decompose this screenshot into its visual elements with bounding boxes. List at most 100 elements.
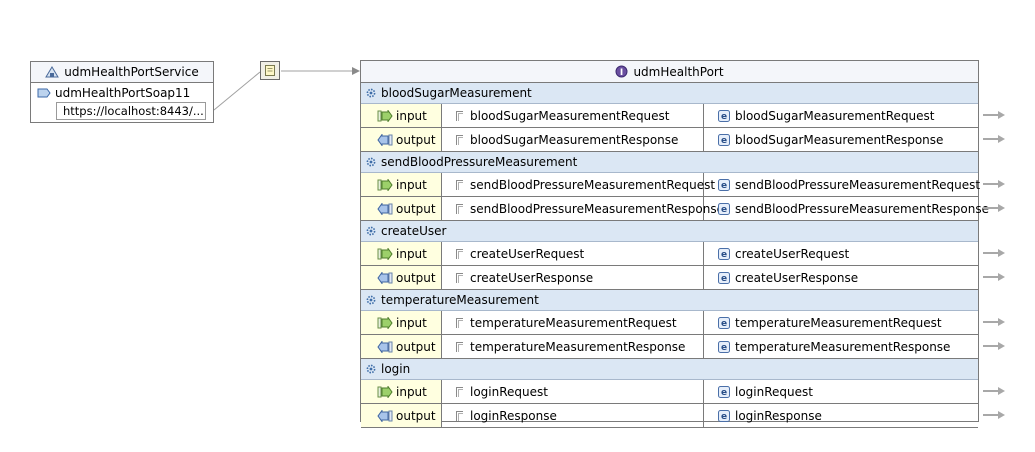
part-icon bbox=[456, 203, 463, 214]
part-icon bbox=[456, 410, 463, 421]
input-direction-cell[interactable]: input bbox=[361, 380, 442, 403]
input-direction-cell[interactable]: input bbox=[361, 311, 442, 334]
binding-icon bbox=[265, 65, 275, 76]
direction-label: input bbox=[396, 177, 427, 192]
output-element-cell[interactable]: e loginResponse bbox=[704, 404, 978, 427]
operation-name: temperatureMeasurement bbox=[381, 293, 539, 307]
part-name: loginResponse bbox=[470, 408, 557, 423]
input-row[interactable]: input temperatureMeasurementRequest e tempe… bbox=[361, 311, 978, 335]
input-element-cell[interactable]: e createUserRequest bbox=[704, 242, 978, 265]
input-part-cell[interactable]: bloodSugarMeasurementRequest bbox=[442, 104, 704, 127]
reference-arrow-icon bbox=[983, 342, 1005, 350]
direction-label: output bbox=[396, 132, 436, 147]
output-arrow-icon bbox=[377, 271, 393, 284]
operation-group: createUser input createUserRequest e createU… bbox=[361, 221, 978, 290]
part-name: loginRequest bbox=[470, 384, 548, 399]
input-part-cell[interactable]: loginRequest bbox=[442, 380, 704, 403]
input-arrow-icon bbox=[377, 247, 393, 260]
output-element-cell[interactable]: e createUserResponse bbox=[704, 266, 978, 289]
element-name: createUserResponse bbox=[735, 270, 859, 285]
input-element-cell[interactable]: e temperatureMeasurementRequest bbox=[704, 311, 978, 334]
input-part-cell[interactable]: temperatureMeasurementRequest bbox=[442, 311, 704, 334]
svg-text:e: e bbox=[721, 319, 727, 329]
output-element-cell[interactable]: e sendBloodPressureMeasurementResponse bbox=[704, 197, 989, 220]
output-part-cell[interactable]: temperatureMeasurementResponse bbox=[442, 335, 704, 358]
element-icon: e bbox=[718, 133, 730, 146]
service-title[interactable]: udmHealthPortService bbox=[31, 62, 213, 83]
input-element-cell[interactable]: e bloodSugarMeasurementRequest bbox=[704, 104, 978, 127]
element-icon: e bbox=[718, 409, 730, 422]
output-arrow-icon bbox=[377, 202, 393, 215]
reference-arrow-icon bbox=[983, 135, 1005, 143]
service-box[interactable]: udmHealthPortService udmHealthPortSoap11… bbox=[30, 61, 214, 123]
reference-arrow-icon bbox=[983, 111, 1005, 119]
operation-name: createUser bbox=[381, 224, 447, 238]
part-name: bloodSugarMeasurementResponse bbox=[470, 132, 679, 147]
direction-label: input bbox=[396, 315, 427, 330]
input-element-cell[interactable]: e loginRequest bbox=[704, 380, 978, 403]
input-row[interactable]: input bloodSugarMeasurementRequest e bloodS… bbox=[361, 104, 978, 128]
part-name: createUserRequest bbox=[470, 246, 585, 261]
operation-header[interactable]: createUser bbox=[361, 221, 978, 242]
part-name: temperatureMeasurementRequest bbox=[470, 315, 677, 330]
output-arrow-icon bbox=[377, 340, 393, 353]
output-row[interactable]: output sendBloodPressureMeasurementRespon… bbox=[361, 197, 989, 221]
service-address: https://localhost:8443/... bbox=[63, 104, 204, 118]
output-row[interactable]: output createUserResponse e createUserRespo… bbox=[361, 266, 978, 290]
port-type-title[interactable]: I udmHealthPort bbox=[361, 61, 978, 83]
reference-arrow-icon bbox=[983, 318, 1005, 326]
operation-name: bloodSugarMeasurement bbox=[381, 86, 532, 100]
direction-label: output bbox=[396, 339, 436, 354]
output-part-cell[interactable]: sendBloodPressureMeasurementResponse bbox=[442, 197, 724, 220]
port-type-box[interactable]: I udmHealthPort bloodSugarMeasurement inp… bbox=[360, 60, 989, 428]
svg-text:e: e bbox=[721, 136, 727, 146]
output-element-cell[interactable]: e temperatureMeasurementResponse bbox=[704, 335, 978, 358]
output-direction-cell[interactable]: output bbox=[361, 404, 442, 427]
output-row[interactable]: output bloodSugarMeasurementResponse e bloo… bbox=[361, 128, 978, 152]
input-direction-cell[interactable]: input bbox=[361, 104, 442, 127]
service-port[interactable]: udmHealthPortSoap11 bbox=[31, 84, 213, 102]
operation-gear-icon bbox=[366, 295, 376, 305]
operation-header[interactable]: login bbox=[361, 359, 978, 380]
input-direction-cell[interactable]: input bbox=[361, 242, 442, 265]
element-name: bloodSugarMeasurementRequest bbox=[735, 108, 935, 123]
part-name: createUserResponse bbox=[470, 270, 594, 285]
operation-header[interactable]: temperatureMeasurement bbox=[361, 290, 978, 311]
output-row[interactable]: output temperatureMeasurementResponse e tem… bbox=[361, 335, 978, 359]
output-arrow-icon bbox=[377, 133, 393, 146]
input-direction-cell[interactable]: input bbox=[361, 173, 442, 196]
service-address-field[interactable]: https://localhost:8443/... bbox=[56, 102, 206, 120]
svg-text:e: e bbox=[721, 112, 727, 122]
input-part-cell[interactable]: createUserRequest bbox=[442, 242, 704, 265]
input-row[interactable]: input sendBloodPressureMeasurementRequest… bbox=[361, 173, 980, 197]
part-name: sendBloodPressureMeasurementResponse bbox=[470, 201, 724, 216]
operation-header[interactable]: sendBloodPressureMeasurement bbox=[361, 152, 978, 173]
output-direction-cell[interactable]: output bbox=[361, 128, 442, 151]
part-icon bbox=[456, 134, 463, 145]
output-part-cell[interactable]: loginResponse bbox=[442, 404, 704, 427]
operation-name: sendBloodPressureMeasurement bbox=[381, 155, 578, 169]
port-icon bbox=[37, 88, 51, 98]
output-part-cell[interactable]: bloodSugarMeasurementResponse bbox=[442, 128, 704, 151]
element-icon: e bbox=[718, 316, 730, 329]
input-row[interactable]: input createUserRequest e createUserRequest bbox=[361, 242, 978, 266]
input-part-cell[interactable]: sendBloodPressureMeasurementRequest bbox=[442, 173, 715, 196]
output-direction-cell[interactable]: output bbox=[361, 266, 442, 289]
input-element-cell[interactable]: e sendBloodPressureMeasurementRequest bbox=[704, 173, 980, 196]
element-name: sendBloodPressureMeasurementResponse bbox=[735, 201, 989, 216]
element-icon: e bbox=[718, 385, 730, 398]
output-direction-cell[interactable]: output bbox=[361, 197, 442, 220]
direction-label: input bbox=[396, 384, 427, 399]
svg-text:e: e bbox=[721, 274, 727, 284]
output-part-cell[interactable]: createUserResponse bbox=[442, 266, 704, 289]
operation-header[interactable]: bloodSugarMeasurement bbox=[361, 83, 978, 104]
reference-arrow-icon bbox=[983, 249, 1005, 257]
output-direction-cell[interactable]: output bbox=[361, 335, 442, 358]
input-row[interactable]: input loginRequest e loginRequest bbox=[361, 380, 978, 404]
binding-box[interactable] bbox=[260, 61, 280, 80]
direction-label: output bbox=[396, 270, 436, 285]
output-element-cell[interactable]: e bloodSugarMeasurementResponse bbox=[704, 128, 978, 151]
reference-arrow-icon bbox=[983, 180, 1005, 188]
output-row[interactable]: output loginResponse e loginResponse bbox=[361, 404, 978, 428]
reference-arrow-icon bbox=[983, 411, 1005, 419]
